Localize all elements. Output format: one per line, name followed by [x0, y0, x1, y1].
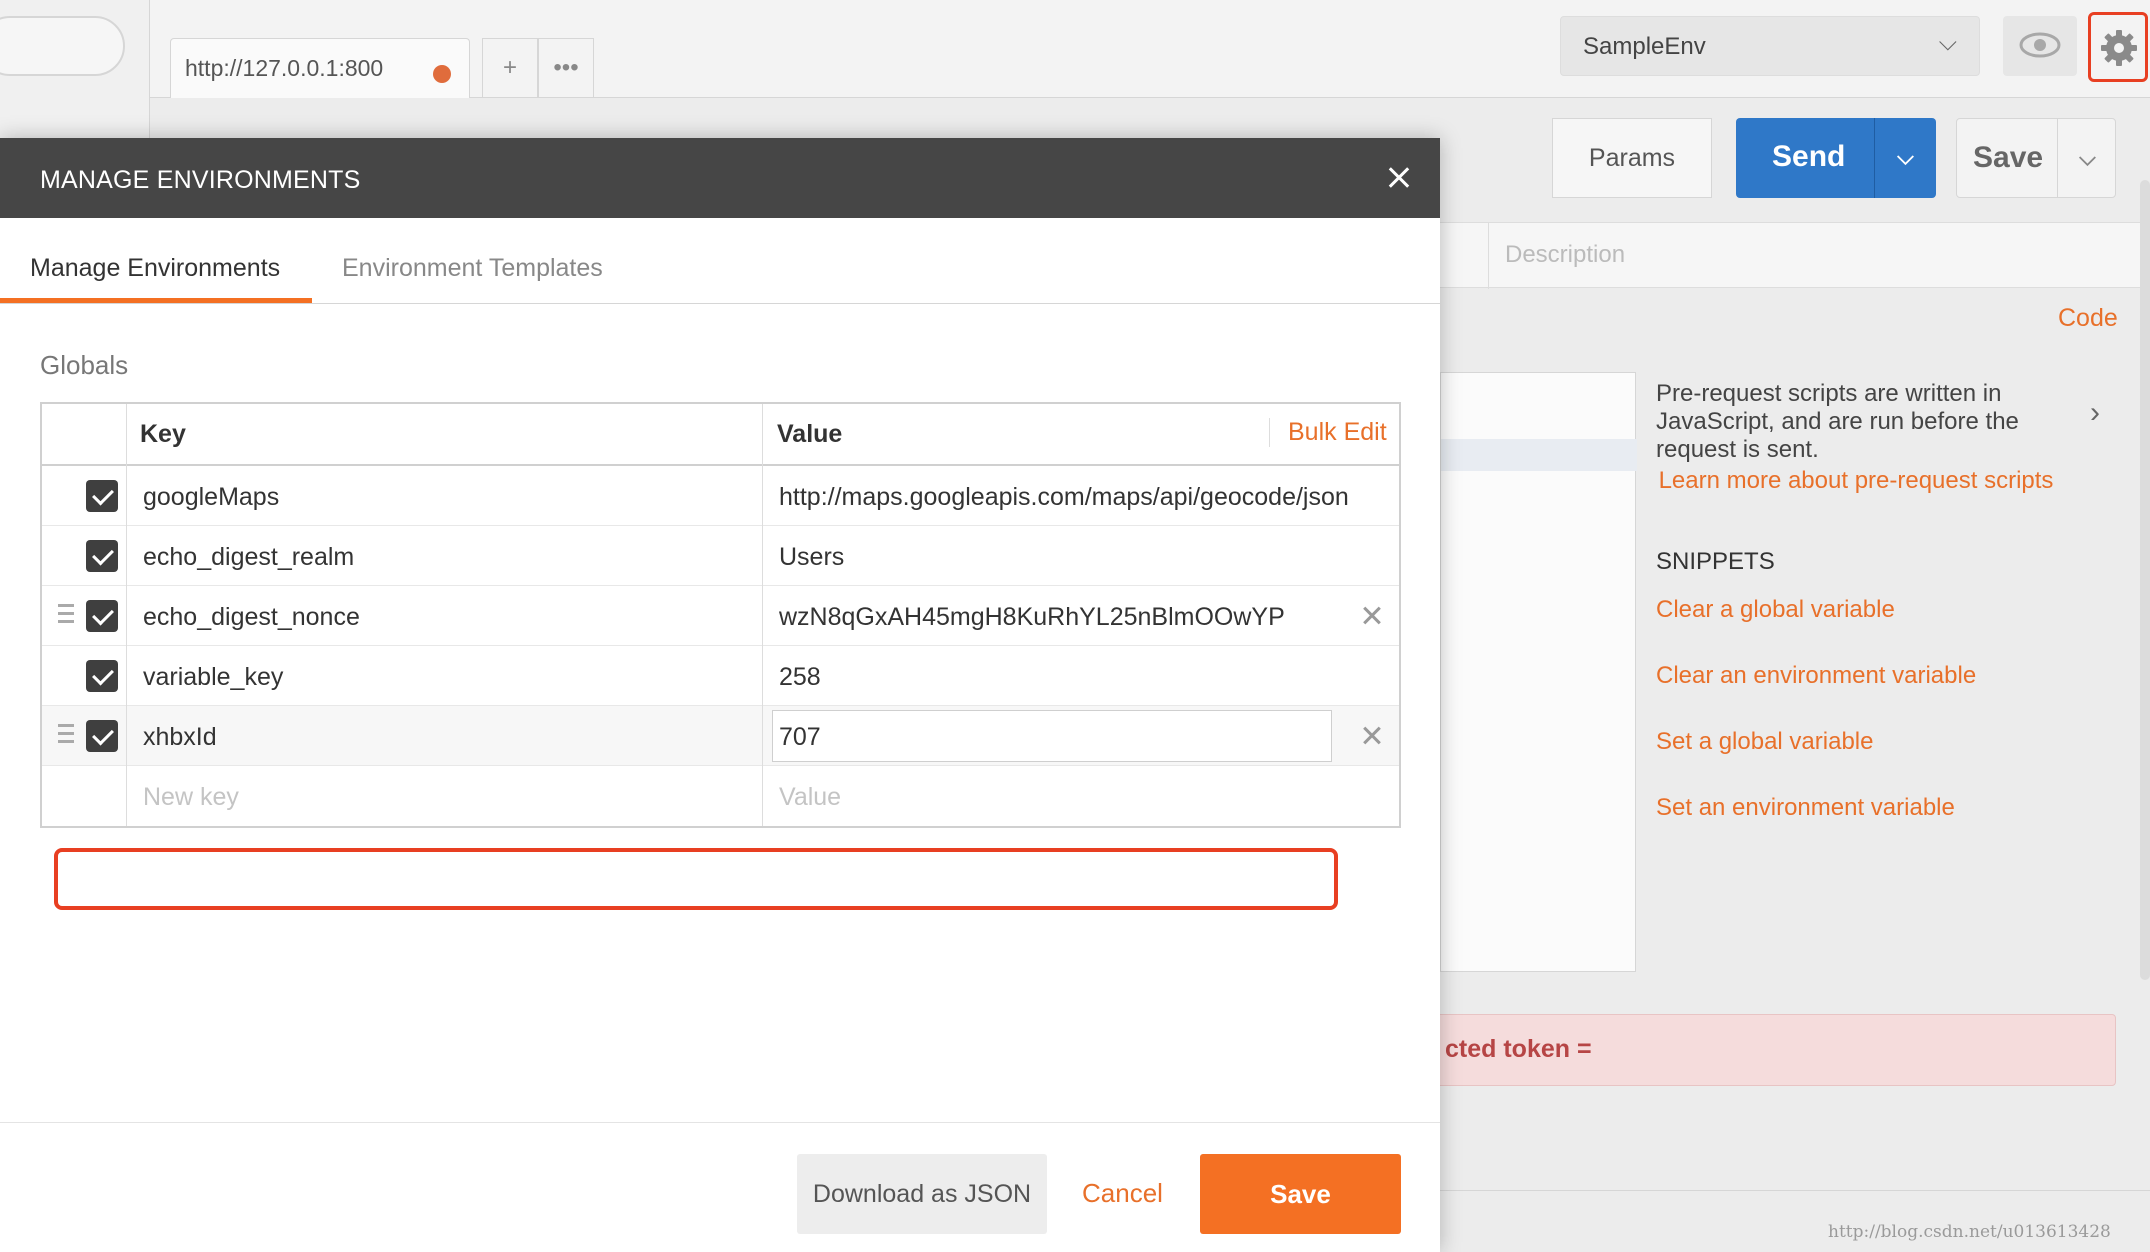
delete-row-icon[interactable]	[1358, 722, 1386, 750]
more-icon: •••	[553, 54, 579, 81]
table-row: variable_key 258	[42, 646, 1399, 706]
eye-icon	[2019, 32, 2061, 58]
new-key-input[interactable]: New key	[143, 783, 239, 812]
row-key[interactable]: googleMaps	[143, 483, 279, 512]
snippet-link[interactable]: Set a global variable	[1656, 728, 1873, 756]
gear-icon	[2101, 30, 2137, 66]
request-tab[interactable]: http://127.0.0.1:800	[170, 38, 470, 98]
table-row: xhbxId 707	[42, 706, 1399, 766]
params-button-label: Params	[1588, 144, 1676, 172]
table-row-new: New key Value	[42, 766, 1399, 826]
value-column-header: Value	[777, 420, 843, 448]
table-row: echo_digest_nonce wzN8qGxAH45mgH8KuRhYL2…	[42, 586, 1399, 646]
drag-handle-icon[interactable]	[58, 724, 74, 748]
row-value[interactable]: 258	[779, 663, 821, 692]
new-tab-button[interactable]: +	[482, 38, 538, 98]
tab-options-button[interactable]: •••	[538, 38, 594, 98]
snippet-link[interactable]: Clear an environment variable	[1656, 662, 1976, 690]
prerequest-info-text: Pre-request scripts are written in JavaS…	[1656, 380, 2019, 463]
script-editor[interactable]	[1440, 372, 1637, 972]
row-enabled-checkbox[interactable]	[86, 540, 118, 572]
modal-tabs: Manage Environments Environment Template…	[0, 218, 1440, 304]
scrollbar[interactable]	[2140, 180, 2150, 980]
key-column-header: Key	[140, 420, 186, 448]
snippet-link[interactable]: Clear a global variable	[1656, 596, 1895, 624]
unsaved-dot-icon	[433, 65, 451, 83]
manage-environments-modal: MANAGE ENVIRONMENTS Manage Environments …	[0, 138, 1440, 1252]
new-value-input[interactable]: Value	[779, 783, 841, 812]
delete-row-icon[interactable]	[1358, 602, 1386, 630]
save-options-chevron-icon[interactable]: ⌵	[2057, 119, 2117, 197]
snippet-link[interactable]: Set an environment variable	[1656, 794, 1955, 822]
environment-select-value: SampleEnv	[1583, 33, 1706, 60]
row-enabled-checkbox[interactable]	[86, 480, 118, 512]
active-tab-indicator	[0, 298, 312, 303]
row-key[interactable]: echo_digest_nonce	[143, 603, 360, 632]
chevron-down-icon: ⌵	[1938, 29, 1957, 56]
table-row: googleMaps http://maps.googleapis.com/ma…	[42, 466, 1399, 526]
params-row: Description	[1440, 222, 2140, 289]
drag-handle-icon[interactable]	[58, 604, 74, 628]
row-enabled-checkbox[interactable]	[86, 720, 118, 752]
row-enabled-checkbox[interactable]	[86, 660, 118, 692]
modal-title: MANAGE ENVIRONMENTS	[40, 166, 361, 194]
row-value[interactable]: http://maps.googleapis.com/maps/api/geoc…	[779, 483, 1349, 512]
tab-environment-templates[interactable]: Environment Templates	[342, 254, 603, 283]
code-link[interactable]: Code	[2058, 304, 2118, 333]
table-row: echo_digest_realm Users	[42, 526, 1399, 586]
environment-quick-look-button[interactable]	[2003, 16, 2077, 76]
learn-more-link[interactable]: Learn more about pre-request scripts	[1656, 464, 2056, 498]
request-save-button[interactable]: Save ⌵	[1956, 118, 2116, 198]
highlight-annotation	[54, 848, 1338, 910]
sidebar-search-input[interactable]	[0, 16, 125, 76]
watermark: http://blog.csdn.net/u013613428	[1828, 1222, 2111, 1242]
row-key[interactable]: xhbxId	[143, 723, 217, 752]
download-json-button[interactable]: Download as JSON	[797, 1154, 1047, 1234]
row-value[interactable]: wzN8qGxAH45mgH8KuRhYL25nBlmOOwYP	[779, 603, 1285, 632]
snippets-heading: SNIPPETS	[1656, 548, 1775, 575]
chevron-right-icon[interactable]: ›	[2090, 396, 2100, 430]
row-key[interactable]: echo_digest_realm	[143, 543, 354, 572]
request-save-label: Save	[1973, 141, 2044, 174]
plus-icon: +	[502, 54, 517, 81]
globals-heading: Globals	[40, 350, 129, 380]
cancel-button[interactable]: Cancel	[1082, 1178, 1163, 1209]
send-options-chevron-icon[interactable]: ⌵	[1874, 118, 1936, 198]
environment-select[interactable]: SampleEnv ⌵	[1560, 16, 1980, 76]
send-button[interactable]: Send ⌵	[1736, 118, 1936, 198]
bulk-edit-link[interactable]: Bulk Edit	[1269, 418, 1387, 447]
modal-header: MANAGE ENVIRONMENTS	[0, 138, 1440, 218]
manage-environments-button[interactable]	[2088, 12, 2148, 82]
sidebar	[0, 0, 150, 140]
globals-table: Key Value Bulk Edit googleMaps http://ma…	[40, 402, 1401, 828]
description-placeholder: Description	[1505, 241, 1626, 268]
editor-active-line	[1441, 439, 1637, 471]
save-button[interactable]: Save	[1200, 1154, 1401, 1234]
divider	[1440, 1190, 2150, 1191]
row-key[interactable]: variable_key	[143, 663, 283, 692]
close-icon[interactable]	[1374, 158, 1424, 198]
column-divider	[762, 404, 763, 826]
tab-manage-environments[interactable]: Manage Environments	[30, 254, 280, 283]
row-value[interactable]: Users	[779, 543, 844, 572]
description-field[interactable]: Description	[1488, 223, 2140, 289]
column-divider	[126, 404, 127, 826]
row-value[interactable]: 707	[779, 723, 821, 752]
token-error-banner: cted token =	[1400, 1014, 2116, 1086]
row-enabled-checkbox[interactable]	[86, 600, 118, 632]
value-input[interactable]	[772, 710, 1332, 762]
params-button[interactable]: Params	[1552, 118, 1712, 198]
request-tab-label: http://127.0.0.1:800	[185, 55, 384, 81]
token-banner-text: cted token =	[1445, 1035, 1592, 1063]
send-button-label: Send	[1772, 140, 1846, 173]
table-header: Key Value Bulk Edit	[42, 404, 1399, 466]
divider	[0, 1122, 1440, 1123]
